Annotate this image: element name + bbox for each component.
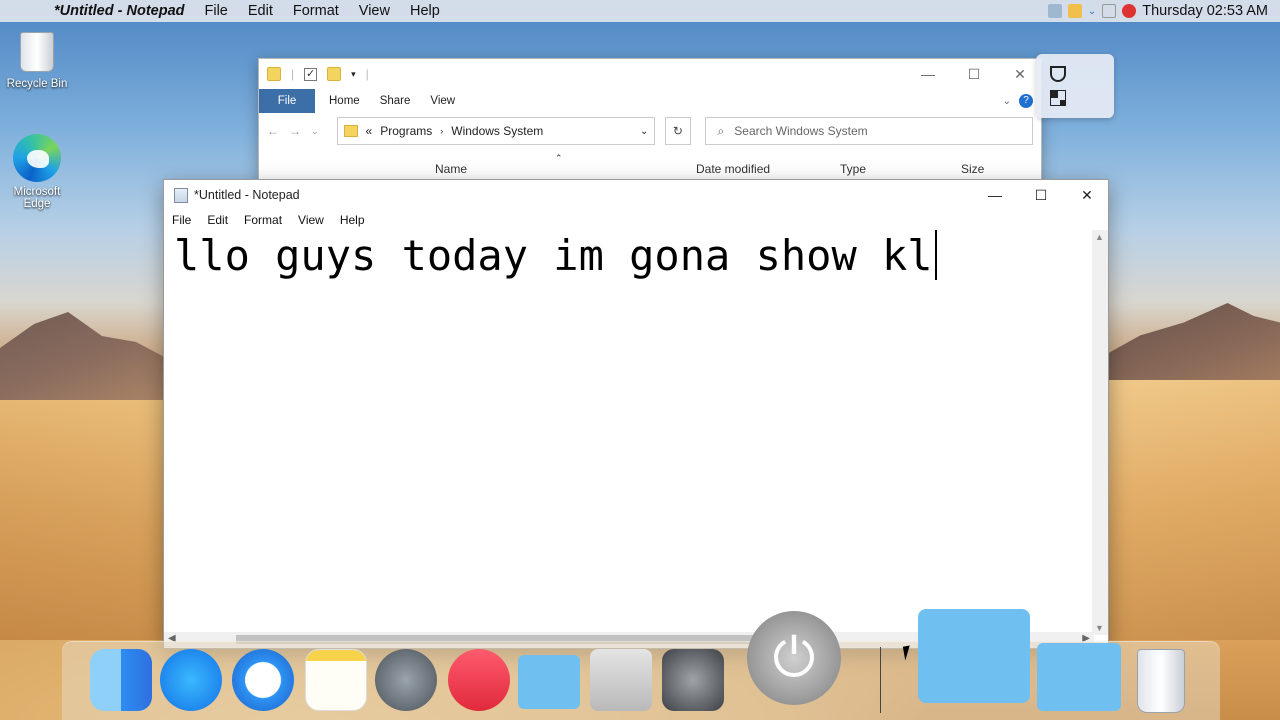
column-name[interactable]: Name	[435, 162, 467, 176]
text-caret	[934, 230, 937, 280]
file-explorer-window[interactable]: | ✓ ▾ | — ☐ ✕ File Home Share View ⌄ ? ←…	[258, 58, 1042, 188]
status-area: ⌄ Thursday 02:53 AM	[1047, 0, 1268, 22]
search-input[interactable]: ⌕ Search Windows System	[704, 117, 1033, 145]
search-placeholder: Search Windows System	[734, 124, 868, 138]
edge-icon	[13, 134, 61, 182]
system-preferences-icon[interactable]	[662, 649, 724, 711]
help-icon[interactable]: ?	[1019, 94, 1033, 108]
window-title: *Untitled - Notepad	[194, 188, 300, 202]
desktop-microsoft-edge[interactable]: Microsoft Edge	[2, 134, 72, 210]
menu-view[interactable]: View	[359, 3, 390, 19]
tab-share[interactable]: Share	[380, 95, 411, 107]
dock	[62, 609, 1220, 720]
desktop-icon-label: Recycle Bin	[6, 78, 68, 90]
back-arrow-icon[interactable]: ←	[267, 124, 279, 138]
recycle-bin-icon	[20, 32, 54, 72]
close-icon[interactable]: ✕	[1064, 180, 1110, 210]
vertical-scrollbar[interactable]: ▲ ▼	[1092, 230, 1108, 635]
explorer-nav-bar: ← → ⌄ « Programs › Windows System ⌄ ↻ ⌕ …	[259, 113, 1041, 149]
scroll-down-icon[interactable]: ▼	[1095, 623, 1104, 633]
chevron-down-icon[interactable]: ⌄	[1088, 6, 1096, 17]
menu-help[interactable]: Help	[340, 213, 365, 227]
explorer-window-controls: — ☐ ✕	[905, 59, 1043, 89]
music-icon[interactable]	[448, 649, 510, 711]
downloads-folder-icon[interactable]	[1037, 643, 1121, 711]
notepad-icon	[174, 187, 188, 203]
divider: |	[365, 67, 369, 81]
shield-icon[interactable]	[1050, 66, 1066, 82]
forward-arrow-icon[interactable]: →	[289, 124, 301, 138]
notepad-tray-icon[interactable]	[1047, 4, 1062, 18]
display-tray-icon[interactable]	[1102, 4, 1117, 18]
menu-bar: *Untitled - Notepad File Edit Format Vie…	[0, 0, 1280, 22]
notepad-title-bar: *Untitled - Notepad	[164, 180, 1108, 210]
wallpaper-dune-left	[0, 400, 165, 640]
chevron-down-icon[interactable]: ⌄	[640, 126, 648, 137]
dock-separator	[880, 647, 881, 713]
network-error-icon[interactable]	[1122, 4, 1137, 18]
menu-format[interactable]: Format	[293, 3, 339, 19]
notepad-window-controls: — ☐ ✕	[972, 180, 1110, 210]
menu-view[interactable]: View	[298, 213, 324, 227]
maximize-icon[interactable]: ☐	[1018, 180, 1064, 210]
menu-help[interactable]: Help	[410, 3, 440, 19]
column-headers: Name ⌃ Date modified Type Size	[259, 153, 1041, 181]
search-icon: ⌕	[717, 123, 725, 138]
properties-icon[interactable]: ✓	[304, 67, 318, 81]
tab-file[interactable]: File	[259, 89, 315, 113]
desktop-icon-label: Microsoft Edge	[13, 186, 61, 210]
expand-ribbon-icon[interactable]: ⌄	[1003, 96, 1011, 107]
column-date-modified[interactable]: Date modified	[696, 162, 770, 176]
folder-icon	[267, 67, 281, 81]
breadcrumb-overflow-icon[interactable]: «	[366, 124, 373, 138]
documents-folder-icon[interactable]	[918, 609, 1030, 703]
app-store-icon[interactable]	[160, 649, 222, 711]
notepad-menu-bar: File Edit Format View Help	[164, 210, 1108, 230]
column-size[interactable]: Size	[961, 162, 984, 176]
explorer-ribbon: File Home Share View ⌄ ?	[259, 89, 1041, 113]
column-type[interactable]: Type	[840, 162, 866, 176]
customize-toolbar-icon[interactable]: ▾	[351, 69, 356, 80]
editor-content: llo guys today im gona show kl	[174, 231, 933, 280]
menu-edit[interactable]: Edit	[248, 3, 273, 19]
scroll-up-icon[interactable]: ▲	[1095, 232, 1104, 242]
divider: |	[291, 67, 295, 81]
minimize-icon[interactable]: —	[972, 180, 1018, 210]
active-app-name[interactable]: *Untitled - Notepad	[54, 3, 185, 19]
maximize-icon[interactable]: ☐	[951, 59, 997, 89]
minimize-icon[interactable]: —	[905, 59, 951, 89]
clock[interactable]: Thursday 02:53 AM	[1142, 3, 1268, 19]
menu-edit[interactable]: Edit	[207, 213, 228, 227]
desktop-recycle-bin[interactable]: Recycle Bin	[2, 32, 72, 90]
menu-format[interactable]: Format	[244, 213, 282, 227]
new-folder-icon[interactable]	[327, 67, 342, 81]
breadcrumb-windows-system[interactable]: Windows System	[451, 124, 543, 138]
recent-locations-icon[interactable]: ⌄	[311, 126, 319, 137]
power-icon[interactable]	[747, 611, 841, 705]
folder-icon	[343, 125, 358, 137]
mac-icon[interactable]	[590, 649, 652, 711]
notepad-window[interactable]: *Untitled - Notepad — ☐ ✕ File Edit Form…	[163, 179, 1109, 649]
tray-overflow-popup	[1036, 54, 1114, 118]
applications-folder-icon[interactable]	[518, 655, 580, 709]
windows-security-icon[interactable]	[1050, 90, 1066, 106]
launchpad-icon[interactable]	[375, 649, 437, 711]
breadcrumb-programs[interactable]: Programs	[380, 124, 432, 138]
finder-icon[interactable]	[90, 649, 152, 711]
address-bar[interactable]: « Programs › Windows System ⌄	[336, 117, 656, 145]
menu-file[interactable]: File	[172, 213, 191, 227]
refresh-icon[interactable]: ↻	[665, 117, 691, 145]
chevron-right-icon: ›	[440, 126, 444, 136]
tab-home[interactable]: Home	[329, 95, 360, 107]
text-editor[interactable]: llo guys today im gona show kl	[174, 230, 937, 280]
tab-view[interactable]: View	[430, 95, 455, 107]
notes-icon[interactable]	[305, 649, 367, 711]
sort-ascending-icon: ⌃	[555, 153, 563, 163]
safari-icon[interactable]	[232, 649, 294, 711]
trash-icon[interactable]	[1137, 649, 1185, 713]
folder-tray-icon[interactable]	[1067, 4, 1082, 18]
wallpaper-dune-right	[1105, 380, 1280, 640]
menu-file[interactable]: File	[205, 3, 228, 19]
